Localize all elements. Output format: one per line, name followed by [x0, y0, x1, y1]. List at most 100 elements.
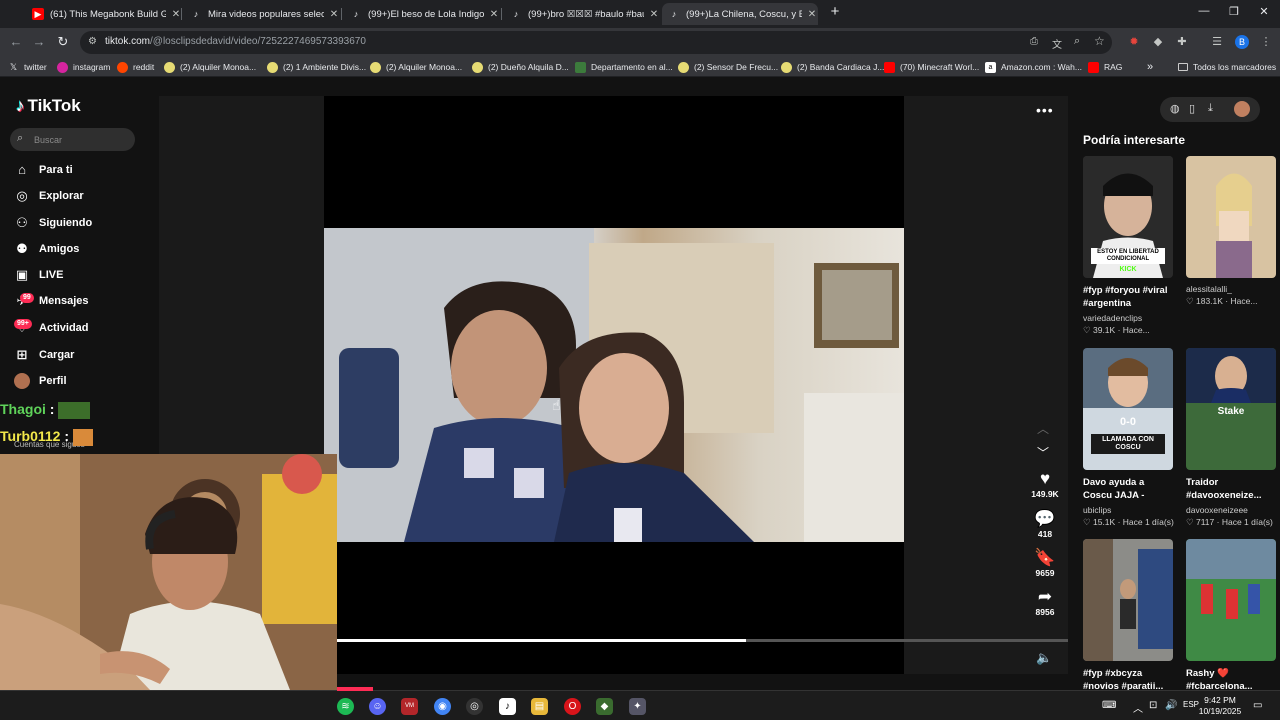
nav-explorar[interactable]: ◎ Explorar: [14, 187, 83, 205]
profile-avatar[interactable]: B: [1235, 35, 1249, 49]
save-button[interactable]: 🔖 9659: [1025, 548, 1065, 578]
get-app-icon[interactable]: ▯: [1189, 102, 1195, 115]
video-thumbnail[interactable]: [1186, 539, 1276, 661]
install-app-icon[interactable]: ⎙: [1030, 36, 1038, 47]
comment-button[interactable]: 💬 418: [1025, 509, 1065, 539]
video-thumbnail[interactable]: [1083, 539, 1173, 661]
forward-icon[interactable]: →: [31, 34, 47, 50]
video-thumbnail[interactable]: [1186, 156, 1276, 278]
browser-tab[interactable]: ♪ Mira videos populares seleccion ✕: [184, 3, 340, 25]
recommended-video-card[interactable]: Rashy ❤️ #fcbarcelona...: [1186, 539, 1277, 694]
extension-icon[interactable]: ◆: [1151, 35, 1165, 49]
bookmark-item[interactable]: Departamento en al...: [575, 60, 673, 74]
notifications-icon[interactable]: ▭: [1253, 700, 1262, 711]
close-tab-icon[interactable]: ✕: [328, 9, 340, 20]
recommended-video-card[interactable]: ESTOY EN LIBERTAD CONDICIONAL KICK #fyp …: [1083, 156, 1174, 336]
like-button[interactable]: ♥ 149.9K: [1025, 469, 1065, 499]
video-title[interactable]: Traidor #davooxeneize...: [1186, 476, 1277, 503]
nav-live[interactable]: ▣ LIVE: [14, 266, 64, 284]
share-button[interactable]: ➦ 8956: [1025, 587, 1065, 617]
opera-icon[interactable]: O: [564, 698, 581, 715]
tiktok-logo[interactable]: ♪ TikTok: [16, 96, 81, 116]
spotify-icon[interactable]: ≋: [337, 698, 354, 715]
nav-cargar[interactable]: ⊞ Cargar: [14, 346, 75, 364]
zoom-icon[interactable]: ⌕: [1074, 35, 1080, 48]
bookmark-item[interactable]: (2) Sensor De Frecu...: [678, 60, 778, 74]
bookmark-star-icon[interactable]: ☆: [1094, 34, 1105, 48]
browser-tab[interactable]: ♪ (99+)bro ☒☒☒ #baulo #bau ✕: [504, 3, 660, 25]
recommended-video-card[interactable]: #fyp #xbcyza #novios #paratii...: [1083, 539, 1174, 694]
translate-icon[interactable]: 文: [1052, 36, 1062, 51]
next-video-icon[interactable]: ﹀: [1037, 444, 1049, 461]
restore-button[interactable]: ❐: [1220, 5, 1248, 18]
extension-icon[interactable]: ✹: [1127, 35, 1141, 49]
menu-kebab-icon[interactable]: ⋮: [1259, 35, 1273, 49]
bookmark-item[interactable]: 𝕏twitter: [8, 60, 47, 74]
nav-perfil[interactable]: Perfil: [14, 372, 67, 390]
search-input[interactable]: [34, 131, 129, 148]
voicemeeter-icon[interactable]: VM: [401, 698, 418, 715]
close-window-button[interactable]: ✕: [1250, 5, 1278, 18]
download-icon[interactable]: ⤓: [1208, 102, 1213, 115]
recommended-video-card[interactable]: 0-0 LLAMADA CON COSCU Davo ayuda a Coscu…: [1083, 348, 1174, 528]
close-tab-icon[interactable]: ✕: [648, 9, 660, 20]
bookmark-item[interactable]: RAG: [1088, 60, 1122, 74]
bookmarks-overflow-button[interactable]: »: [1147, 60, 1153, 74]
bookmark-item[interactable]: (2) Alquiler Monoa...: [370, 60, 462, 74]
extensions-puzzle-icon[interactable]: ✚: [1175, 35, 1189, 49]
bookmark-item[interactable]: (70) Minecraft Worl...: [884, 60, 979, 74]
video-thumbnail[interactable]: 0-0 LLAMADA CON COSCU: [1083, 348, 1173, 470]
more-options-icon[interactable]: •••: [1036, 102, 1054, 118]
previous-video-icon[interactable]: ︿: [1037, 420, 1049, 437]
minimize-button[interactable]: —: [1190, 5, 1218, 17]
new-tab-button[interactable]: +: [821, 3, 849, 20]
site-info-icon[interactable]: ⚙: [88, 36, 97, 47]
network-icon[interactable]: ⊡: [1149, 700, 1157, 711]
chrome-icon[interactable]: ◉: [434, 698, 451, 715]
tiktok-app-icon[interactable]: ♪: [499, 698, 516, 715]
browser-tab[interactable]: ♪ (99+)El beso de Lola Indigo e I ✕: [344, 3, 500, 25]
recommended-video-card[interactable]: Stake Traidor #davooxeneize... davooxene…: [1186, 348, 1277, 528]
bookmark-item[interactable]: (2) Alquiler Monoa...: [164, 60, 256, 74]
video-thumbnail[interactable]: ESTOY EN LIBERTAD CONDICIONAL KICK: [1083, 156, 1173, 278]
tray-overflow-icon[interactable]: ︿: [1133, 700, 1143, 715]
bookmark-item[interactable]: reddit: [117, 60, 154, 74]
close-tab-icon[interactable]: ✕: [806, 9, 818, 20]
reload-icon[interactable]: ↻: [55, 34, 71, 50]
video-thumbnail[interactable]: Stake: [1186, 348, 1276, 470]
creator-tools-icon[interactable]: ◍: [1170, 102, 1180, 115]
app-icon[interactable]: ◆: [596, 698, 613, 715]
nav-siguiendo[interactable]: ⚇ Siguiendo: [14, 214, 92, 232]
reading-list-icon[interactable]: ☰: [1210, 35, 1224, 49]
volume-icon[interactable]: 🔈: [1036, 650, 1052, 666]
url-text[interactable]: tiktok.com/@losclipsdedavid/video/725222…: [105, 36, 366, 47]
bookmark-item[interactable]: a Amazon.com : Wah...: [985, 60, 1082, 74]
app-icon[interactable]: ✦: [629, 698, 646, 715]
back-icon[interactable]: ←: [8, 34, 24, 50]
browser-tab-active[interactable]: ♪ (99+)La Chilena, Coscu, y Brend ✕: [662, 3, 818, 25]
video-progress-bar[interactable]: [337, 639, 1068, 642]
browser-tab[interactable]: ▶ (61) This Megabonk Build Gives ✕: [26, 3, 182, 25]
discord-icon[interactable]: ☺: [369, 698, 386, 715]
bookmark-item[interactable]: (2) Dueño Alquila D...: [472, 60, 569, 74]
obs-icon[interactable]: ◎: [466, 698, 483, 715]
video-author[interactable]: variedadenclips: [1083, 313, 1174, 323]
close-tab-icon[interactable]: ✕: [488, 9, 500, 20]
keyboard-icon[interactable]: ⌨: [1102, 700, 1116, 711]
video-player[interactable]: [324, 228, 904, 542]
address-bar[interactable]: ⚙ tiktok.com/@losclipsdedavid/video/7252…: [80, 31, 1112, 54]
recommended-video-card[interactable]: alessitalalli_ ♡ 183.1K · Hace...: [1186, 156, 1277, 307]
video-author[interactable]: alessitalalli_: [1186, 284, 1277, 294]
nav-amigos[interactable]: ⚉ Amigos: [14, 240, 79, 258]
bookmark-item[interactable]: (2) Banda Cardiaca J...: [781, 60, 884, 74]
clock[interactable]: 9:42 PM 10/19/2025: [1196, 695, 1244, 717]
video-author[interactable]: davooxeneizeee: [1186, 505, 1277, 515]
video-title[interactable]: Davo ayuda a Coscu JAJA - #coscu...: [1083, 476, 1174, 503]
video-title[interactable]: #fyp #foryou #viral #argentina: [1083, 284, 1174, 311]
profile-avatar[interactable]: [1234, 101, 1250, 117]
bookmark-item[interactable]: instagram: [57, 60, 110, 74]
nav-para-ti[interactable]: ⌂ Para ti: [14, 161, 73, 179]
search-box[interactable]: ⌕: [10, 128, 135, 151]
file-explorer-icon[interactable]: ▤: [531, 698, 548, 715]
bookmark-item[interactable]: (2) 1 Ambiente Divis...: [267, 60, 366, 74]
